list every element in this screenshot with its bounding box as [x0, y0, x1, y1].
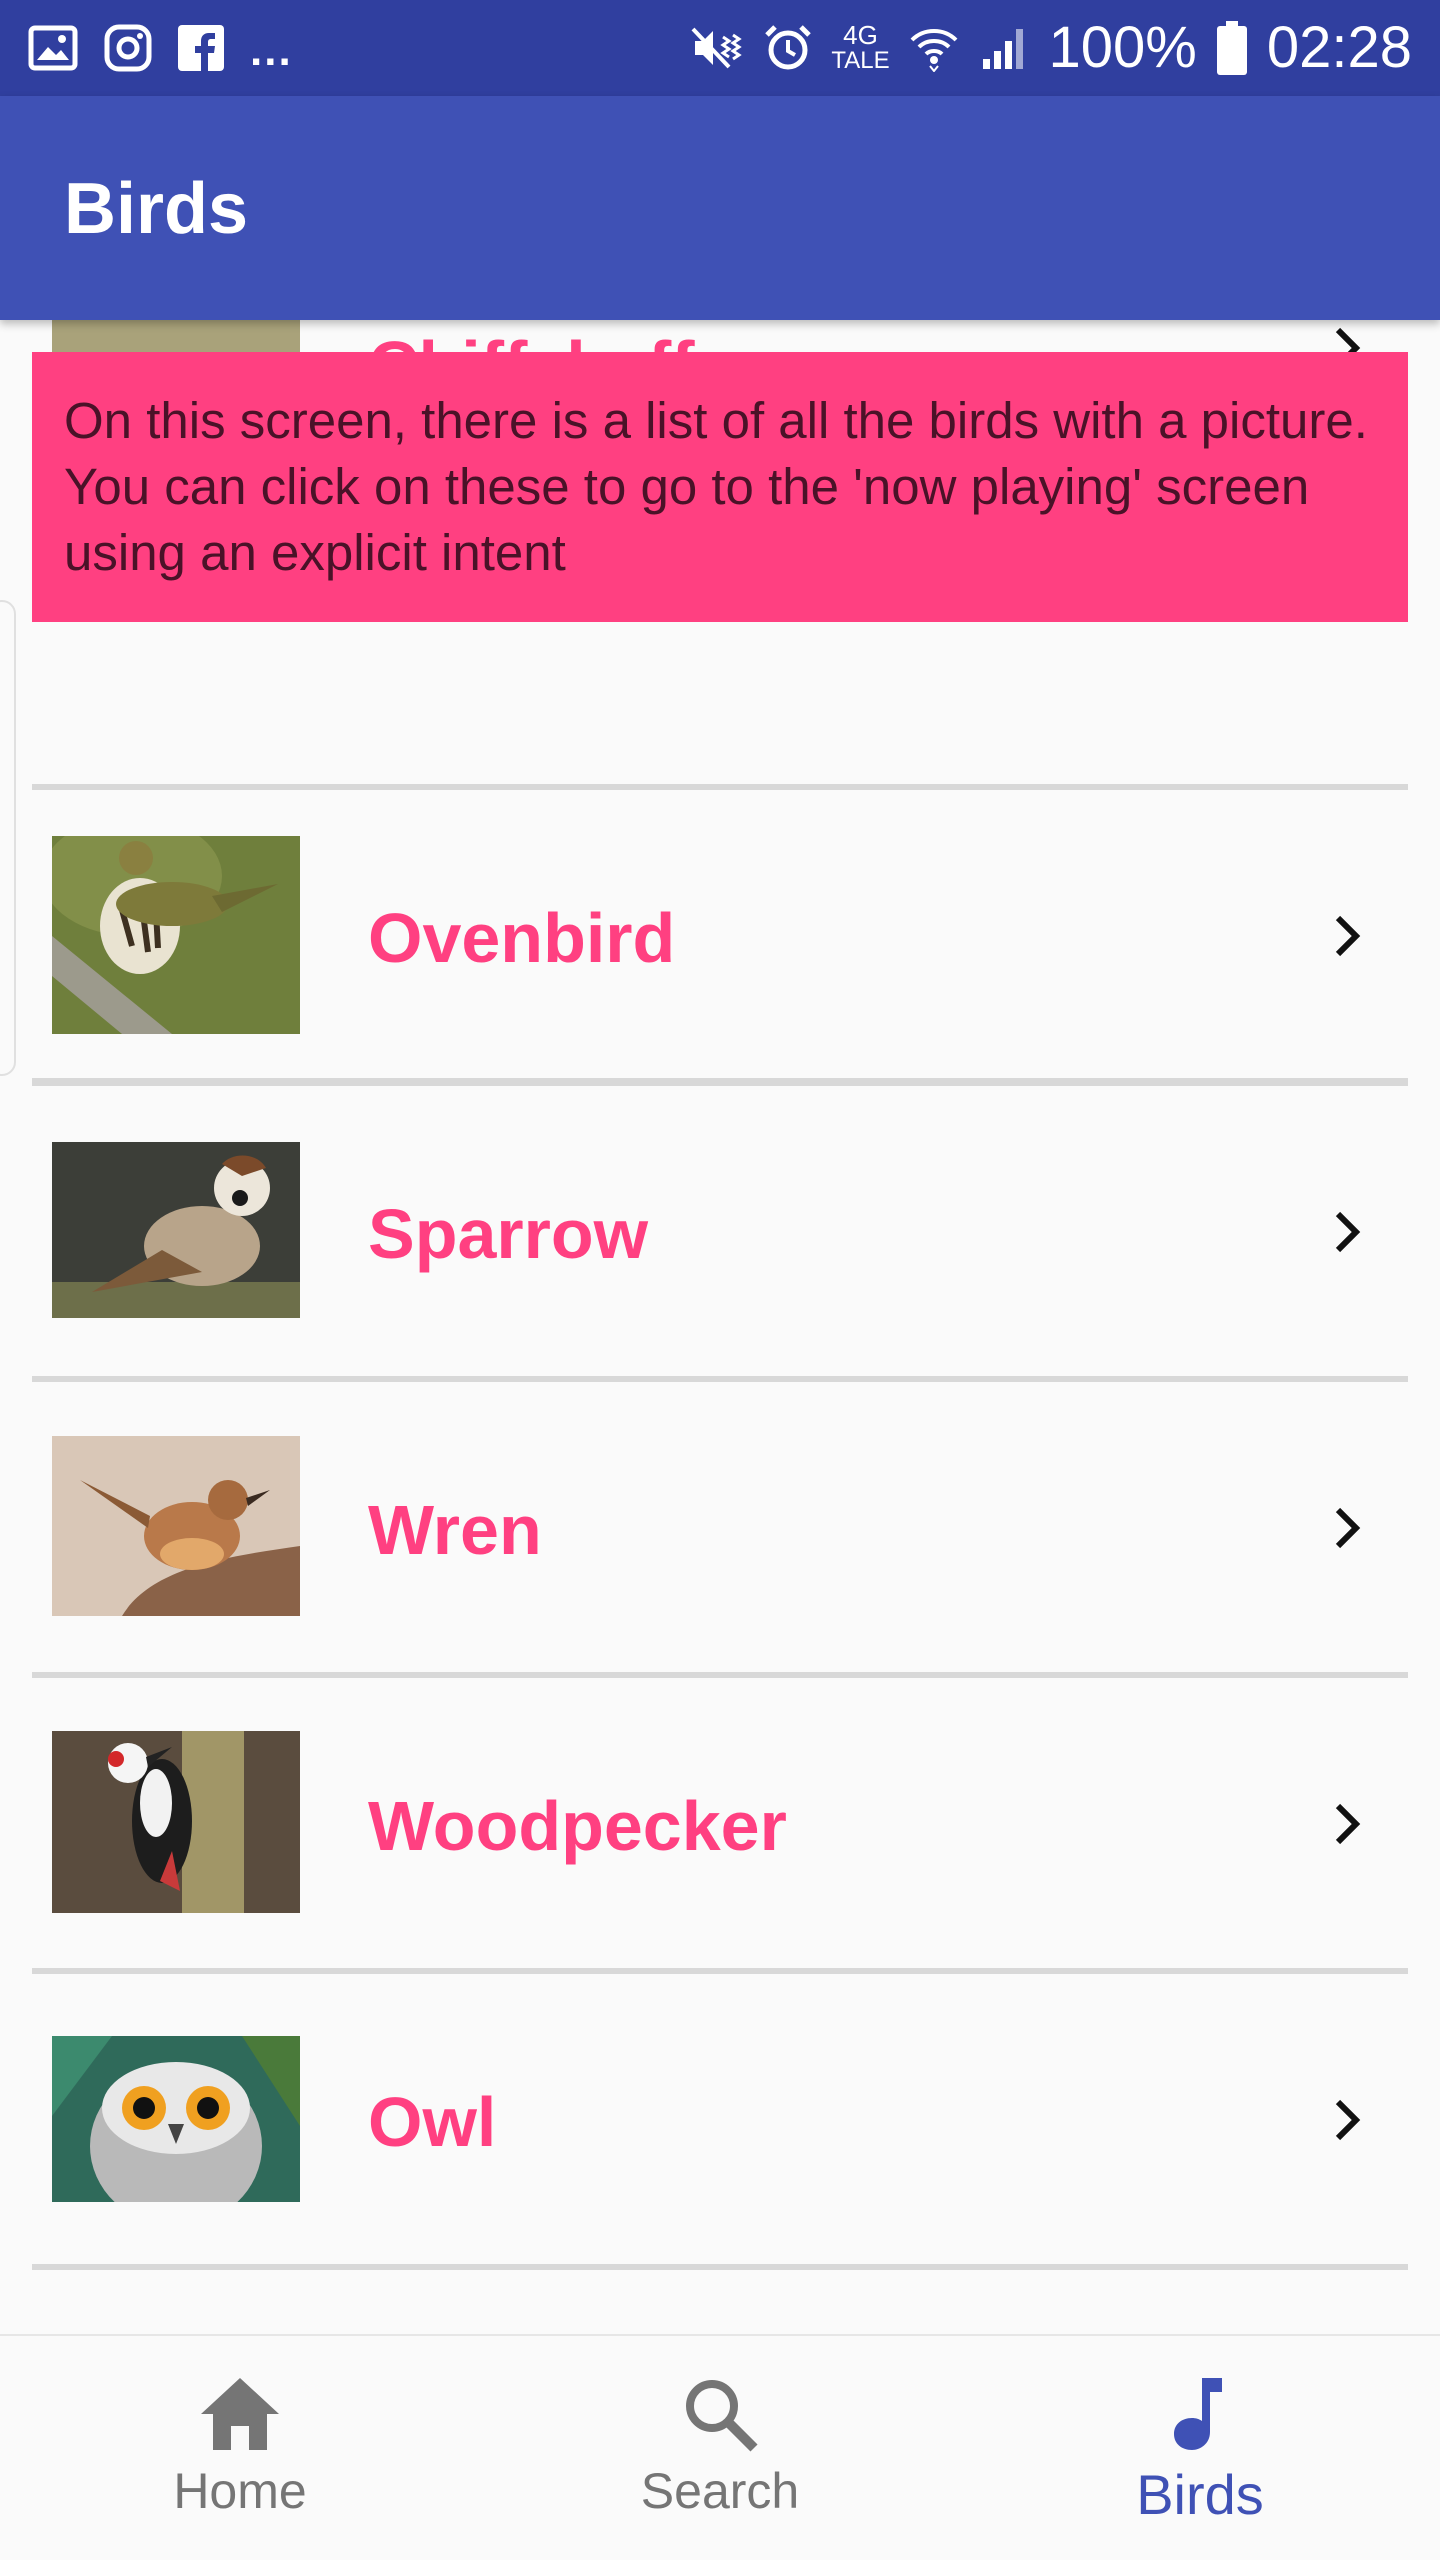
- bird-thumbnail-woodpecker: [52, 1731, 300, 1913]
- nav-label-search: Search: [640, 2463, 800, 2519]
- bird-thumbnail-owl: [52, 2036, 300, 2226]
- alarm-icon: [763, 23, 813, 73]
- bird-thumbnail-wren: [52, 1436, 300, 1616]
- instagram-icon: [104, 24, 152, 72]
- status-bar: ... 4G TALE 100% 02:28: [0, 0, 1440, 96]
- facebook-icon: [178, 25, 224, 71]
- list-item-sparrow[interactable]: Sparrow: [32, 1086, 1408, 1382]
- list-item-woodpecker[interactable]: Woodpecker: [32, 1678, 1408, 1974]
- bird-name: Sparrow: [368, 1195, 649, 1273]
- nav-item-search[interactable]: Search: [480, 2336, 960, 2560]
- hint-card: On this screen, there is a list of all t…: [32, 352, 1408, 622]
- nav-item-birds[interactable]: Birds: [960, 2336, 1440, 2560]
- list-item-ovenbird[interactable]: Ovenbird: [32, 790, 1408, 1086]
- battery-icon: [1216, 21, 1247, 75]
- chevron-right-icon: [1322, 1800, 1370, 1848]
- chevron-right-icon: [1322, 1208, 1370, 1256]
- birds-screen: ... 4G TALE 100% 02:28 Birds Ovenbird Sp…: [0, 0, 1440, 2560]
- home-icon: [199, 2376, 281, 2452]
- edge-panel-handle[interactable]: [0, 600, 16, 1076]
- network-type-top: 4G: [843, 20, 878, 50]
- signal-icon: [979, 25, 1029, 71]
- page-title: Birds: [64, 169, 249, 249]
- bird-thumbnail-sparrow: [52, 1142, 300, 1318]
- bird-name: Wren: [368, 1491, 542, 1569]
- list-item-wren[interactable]: Wren: [32, 1382, 1408, 1678]
- nav-label-home: Home: [173, 2463, 307, 2519]
- status-bar-notifications: ...: [28, 0, 293, 96]
- app-bar: Birds: [0, 96, 1440, 320]
- clock: 02:28: [1266, 15, 1412, 80]
- search-icon: [682, 2376, 758, 2452]
- chevron-right-icon: [1322, 2096, 1370, 2144]
- bottom-navigation: Home Search Birds: [0, 2334, 1440, 2560]
- music-note-icon: [1170, 2376, 1230, 2452]
- chevron-right-icon: [1322, 1504, 1370, 1552]
- more-notifications: ...: [250, 26, 293, 75]
- chevron-right-icon: [1322, 912, 1370, 960]
- wifi-icon: [909, 24, 959, 72]
- nav-label-birds: Birds: [1136, 2463, 1264, 2526]
- status-bar-system: 4G TALE 100% 02:28: [689, 0, 1412, 96]
- bird-name: Ovenbird: [368, 899, 676, 977]
- mute-vibrate-icon: [689, 23, 743, 73]
- bird-name: Owl: [368, 2083, 497, 2161]
- battery-percentage: 100%: [1048, 15, 1197, 80]
- gallery-icon: [28, 25, 78, 71]
- network-type-bottom: TALE: [831, 47, 890, 74]
- list-item-owl[interactable]: Owl: [32, 1974, 1408, 2270]
- bird-name: Woodpecker: [368, 1787, 787, 1865]
- bird-thumbnail-ovenbird: [42, 816, 300, 1034]
- nav-item-home[interactable]: Home: [0, 2336, 480, 2560]
- network-type: 4G TALE: [831, 20, 890, 74]
